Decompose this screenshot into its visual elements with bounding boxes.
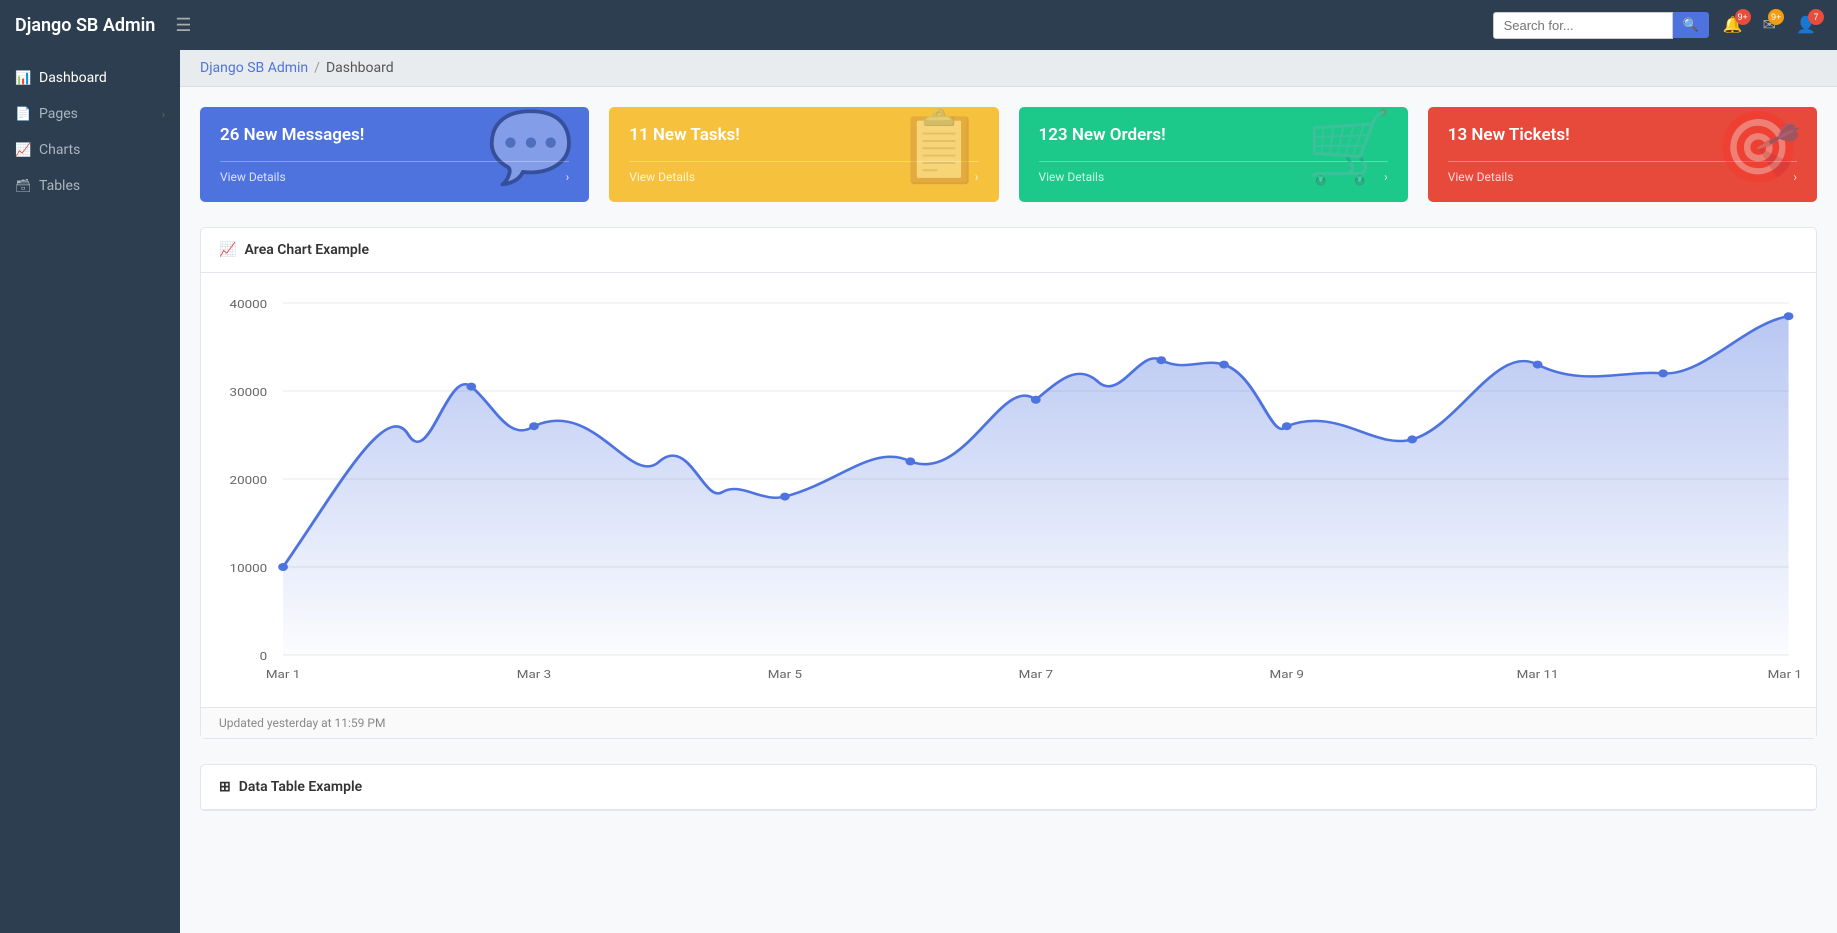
main-content: Django SB Admin / Dashboard 26 New Messa… — [180, 50, 1837, 933]
breadcrumb-separator: / — [314, 60, 320, 76]
tasks-bg-icon: 📋 — [896, 113, 983, 183]
stat-card-tasks[interactable]: 11 New Tasks! 📋 View Details › — [609, 107, 998, 202]
main-layout: 📊 Dashboard 📄 Pages › 📈 Charts 🗃 Tables … — [0, 50, 1837, 933]
user-button[interactable]: 👤 7 — [1790, 11, 1822, 39]
svg-text:0: 0 — [260, 650, 268, 663]
area-fill — [283, 316, 1789, 655]
sidebar: 📊 Dashboard 📄 Pages › 📈 Charts 🗃 Tables — [0, 50, 180, 933]
pages-arrow: › — [162, 108, 165, 121]
svg-text:Mar 7: Mar 7 — [1019, 668, 1053, 681]
chart-dot — [1658, 369, 1668, 377]
chart-dot — [466, 383, 476, 391]
svg-text:Mar 13: Mar 13 — [1768, 668, 1801, 681]
stat-card-messages[interactable]: 26 New Messages! 💬 View Details › — [200, 107, 589, 202]
chart-dot — [905, 457, 915, 465]
sidebar-label-dashboard: Dashboard — [39, 70, 165, 86]
tasks-link-label: View Details — [629, 170, 695, 184]
area-chart-svg: 40000 30000 20000 10000 0 — [216, 288, 1801, 688]
chart-dot — [529, 422, 539, 430]
area-chart-footer: Updated yesterday at 11:59 PM — [201, 707, 1816, 738]
data-table-title: Data Table Example — [239, 779, 362, 795]
sidebar-item-charts[interactable]: 📈 Charts — [0, 132, 180, 168]
navbar-right: 🔍 🔔 9+ ✉ 9+ 👤 7 — [1493, 11, 1822, 39]
svg-text:Mar 3: Mar 3 — [517, 668, 551, 681]
svg-text:10000: 10000 — [230, 562, 268, 575]
sidebar-toggler[interactable]: ☰ — [167, 11, 199, 40]
dashboard-icon: 📊 — [15, 71, 31, 86]
sidebar-item-pages[interactable]: 📄 Pages › — [0, 96, 180, 132]
data-table-header: ⊞ Data Table Example — [201, 765, 1816, 810]
tickets-link-label: View Details — [1448, 170, 1514, 184]
svg-text:30000: 30000 — [230, 386, 268, 399]
chart-dot — [1156, 356, 1166, 364]
stat-card-orders[interactable]: 123 New Orders! 🛒 View Details › — [1019, 107, 1408, 202]
tables-icon: 🗃 — [15, 179, 31, 194]
sidebar-label-pages: Pages — [39, 106, 154, 122]
area-chart-header: 📈 Area Chart Example — [201, 228, 1816, 273]
svg-text:20000: 20000 — [230, 474, 268, 487]
charts-icon: 📈 — [15, 143, 31, 158]
sidebar-label-tables: Tables — [39, 178, 165, 194]
search-form: 🔍 — [1493, 12, 1709, 39]
chart-dot — [1784, 312, 1794, 320]
breadcrumb-home[interactable]: Django SB Admin — [200, 60, 308, 76]
notifications-button[interactable]: 🔔 9+ — [1717, 11, 1749, 39]
chart-dot — [278, 563, 288, 571]
chart-dot — [1533, 361, 1543, 369]
svg-text:Mar 11: Mar 11 — [1517, 668, 1559, 681]
chart-dot — [1282, 422, 1292, 430]
stat-cards: 26 New Messages! 💬 View Details › 11 New… — [200, 107, 1817, 202]
area-chart-icon: 📈 — [219, 242, 236, 258]
area-chart-card: 📈 Area Chart Example 40000 30000 20000 1… — [200, 227, 1817, 739]
user-badge: 7 — [1808, 9, 1824, 25]
chart-dot — [1407, 435, 1417, 443]
messages-button[interactable]: ✉ 9+ — [1757, 11, 1782, 39]
sidebar-label-charts: Charts — [39, 142, 165, 158]
search-button[interactable]: 🔍 — [1673, 12, 1709, 38]
area-chart-container: 40000 30000 20000 10000 0 — [216, 288, 1801, 692]
svg-text:40000: 40000 — [230, 298, 268, 311]
sidebar-item-tables[interactable]: 🗃 Tables — [0, 168, 180, 204]
orders-link-label: View Details — [1039, 170, 1105, 184]
area-chart-footer-text: Updated yesterday at 11:59 PM — [219, 716, 385, 730]
sidebar-item-dashboard[interactable]: 📊 Dashboard — [0, 60, 180, 96]
svg-text:Mar 1: Mar 1 — [266, 668, 300, 681]
app-brand[interactable]: Django SB Admin — [15, 15, 155, 36]
orders-bg-icon: 🛒 — [1306, 113, 1393, 183]
data-table-card: ⊞ Data Table Example — [200, 764, 1817, 811]
chart-dot — [780, 493, 790, 501]
pages-icon: 📄 — [15, 107, 31, 122]
svg-text:Mar 9: Mar 9 — [1270, 668, 1304, 681]
area-chart-title: Area Chart Example — [244, 242, 369, 258]
messages-badge: 9+ — [1768, 9, 1784, 25]
tickets-bg-icon: 🎯 — [1715, 113, 1802, 183]
area-chart-body: 40000 30000 20000 10000 0 — [201, 273, 1816, 707]
notifications-badge: 9+ — [1735, 9, 1751, 25]
data-table-icon: ⊞ — [219, 779, 231, 795]
content-area: 26 New Messages! 💬 View Details › 11 New… — [180, 87, 1837, 831]
search-input[interactable] — [1493, 12, 1673, 39]
messages-bg-icon: 💬 — [487, 113, 574, 183]
top-navbar: Django SB Admin ☰ 🔍 🔔 9+ ✉ 9+ 👤 7 — [0, 0, 1837, 50]
chart-dot — [1219, 361, 1229, 369]
breadcrumb-current: Dashboard — [326, 60, 394, 76]
chart-dot — [1031, 396, 1041, 404]
messages-link-label: View Details — [220, 170, 286, 184]
svg-text:Mar 5: Mar 5 — [768, 668, 802, 681]
breadcrumb: Django SB Admin / Dashboard — [180, 50, 1837, 87]
stat-card-tickets[interactable]: 13 New Tickets! 🎯 View Details › — [1428, 107, 1817, 202]
